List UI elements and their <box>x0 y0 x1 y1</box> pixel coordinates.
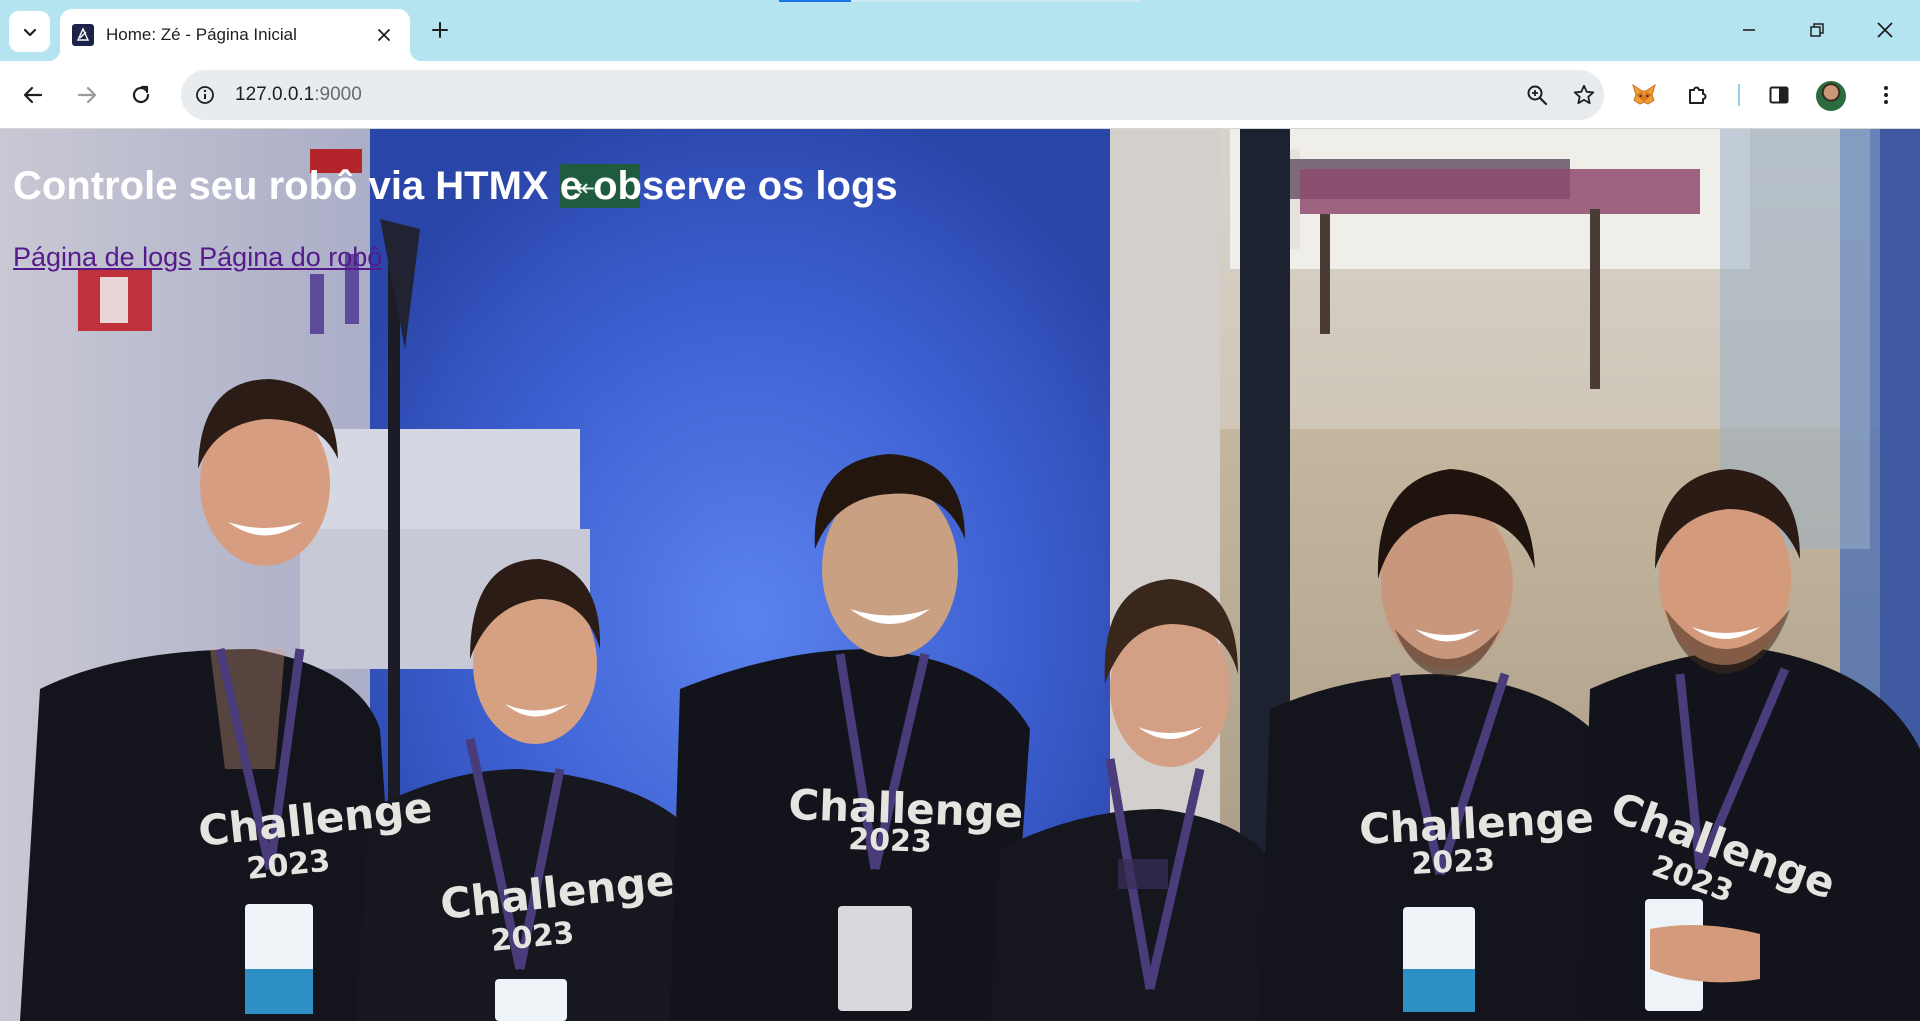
reload-button[interactable] <box>123 77 159 113</box>
shirt-year-4: 2023 <box>1411 843 1496 882</box>
browser-tab-active[interactable]: Home: Zé - Página Inicial <box>48 9 422 61</box>
url-port: :9000 <box>314 84 362 105</box>
close-window-button[interactable] <box>1853 4 1917 56</box>
url-text[interactable]: 127.0.0.1:9000 <box>235 84 362 106</box>
extensions-button[interactable] <box>1680 77 1716 113</box>
fox-icon <box>1632 83 1656 105</box>
browser-toolbar: 127.0.0.1:9000 <box>0 61 1920 129</box>
plus-icon <box>432 22 448 38</box>
forward-button[interactable] <box>69 77 105 113</box>
site-info-icon[interactable] <box>189 79 221 111</box>
profile-avatar[interactable] <box>1816 81 1846 111</box>
close-icon <box>1877 22 1893 38</box>
back-button[interactable] <box>15 77 51 113</box>
puzzle-icon <box>1689 86 1707 104</box>
site-favicon-icon <box>72 24 94 46</box>
metamask-extension-button[interactable] <box>1626 77 1662 113</box>
zoom-icon[interactable] <box>1521 79 1553 111</box>
toolbar-divider <box>1738 84 1740 106</box>
tab-strip: Home: Zé - Página Inicial <box>0 0 1920 61</box>
url-host: 127.0.0.1 <box>235 84 315 105</box>
robot-page-link[interactable]: Página do robô <box>199 242 382 272</box>
logs-page-link[interactable]: Página de logs <box>13 242 192 272</box>
arrow-right-icon <box>77 86 97 104</box>
page-title: Controle seu robô via HTMX e observe os … <box>13 164 898 208</box>
tab-title: Home: Zé - Página Inicial <box>106 25 297 44</box>
tab-strip-indicator <box>779 0 1141 2</box>
restore-icon <box>1810 23 1824 37</box>
address-bar[interactable]: 127.0.0.1:9000 <box>181 70 1604 120</box>
chevron-down-icon <box>23 28 36 36</box>
reload-icon <box>132 85 150 104</box>
browser-menu-button[interactable] <box>1868 77 1904 113</box>
bookmark-star-icon[interactable] <box>1568 79 1600 111</box>
new-tab-button[interactable] <box>424 14 456 46</box>
shirt-year-3: 2023 <box>848 822 933 860</box>
side-panel-icon <box>1769 86 1789 104</box>
minimize-button[interactable] <box>1717 4 1781 56</box>
page-viewport: ↞ Challenge 2023 Challenge 2023 Challeng… <box>0 129 1920 1021</box>
arrow-left-icon <box>23 86 43 104</box>
minimize-icon <box>1743 29 1755 31</box>
tab-close-icon[interactable] <box>372 23 396 47</box>
restore-button[interactable] <box>1785 4 1849 56</box>
more-vertical-icon <box>1884 86 1888 104</box>
tab-search-button[interactable] <box>9 11 50 52</box>
page-nav-links: Página de logs Página do robô <box>13 242 382 273</box>
side-panel-button[interactable] <box>1761 77 1797 113</box>
